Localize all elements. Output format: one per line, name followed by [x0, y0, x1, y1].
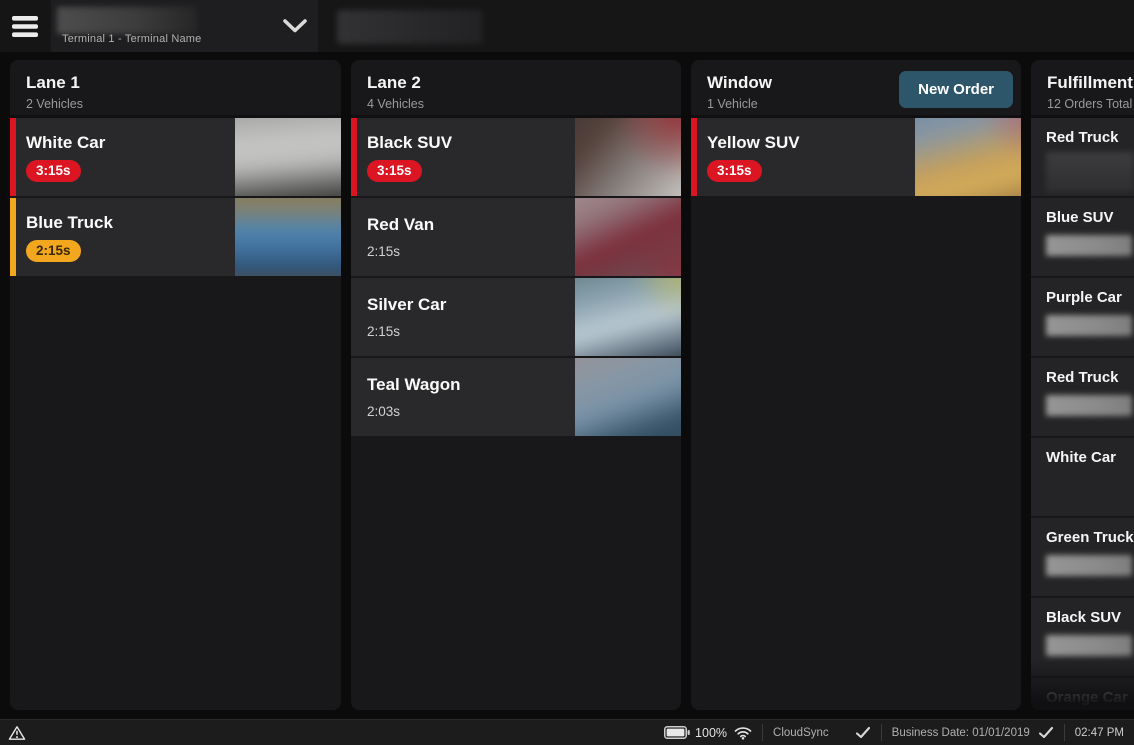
cloudsync-label: CloudSync — [773, 727, 829, 739]
terminal-selector[interactable]: Terminal 1 - Terminal Name — [51, 0, 318, 52]
wait-accent-bar — [10, 198, 16, 276]
order-item[interactable]: Black SUV — [1031, 598, 1134, 676]
window-panel: Window 1 Vehicle New Order Yellow SUV 3:1… — [691, 60, 1021, 710]
check-icon — [855, 726, 871, 739]
vehicle-photo — [575, 118, 681, 196]
top-bar: Terminal 1 - Terminal Name — [0, 0, 1134, 52]
vehicle-photo — [235, 118, 341, 196]
lane-1-panel: Lane 1 2 Vehicles White Car 3:15s Blue Tru… — [10, 60, 341, 710]
order-item[interactable]: Orange Car — [1031, 678, 1134, 710]
redacted-store-name — [57, 7, 197, 34]
cloudsync-status: CloudSync — [763, 720, 881, 745]
current-time: 02:47 PM — [1075, 727, 1124, 739]
vehicle-name: Silver Car — [367, 295, 681, 315]
wait-accent-bar — [351, 118, 357, 196]
vehicle-card[interactable]: Black SUV 3:15s — [351, 118, 681, 196]
redacted-order-detail — [1046, 635, 1132, 656]
redacted-order-detail — [1046, 315, 1132, 336]
vehicle-card[interactable]: Silver Car 2:15s — [351, 278, 681, 356]
menu-button[interactable] — [0, 0, 49, 52]
order-item[interactable]: Blue SUV — [1031, 198, 1134, 276]
vehicle-photo — [575, 358, 681, 436]
vehicle-photo — [915, 118, 1021, 196]
vehicle-name: Yellow SUV — [707, 133, 1021, 153]
redacted-order-detail — [1046, 235, 1132, 256]
top-bar-right — [320, 0, 1134, 52]
order-vehicle-name: Red Truck — [1046, 369, 1134, 386]
battery-status: 100% — [654, 720, 762, 745]
wait-accent-bar — [10, 118, 16, 196]
vehicle-photo — [575, 198, 681, 276]
business-date-status: Business Date: 01/01/2019 — [882, 720, 1064, 745]
alerts-button[interactable] — [8, 725, 26, 741]
vehicle-card[interactable]: White Car 3:15s — [10, 118, 341, 196]
order-item[interactable]: Red Truck — [1031, 358, 1134, 436]
wait-time: 2:15s — [367, 244, 681, 259]
panel-title: Fulfillment — [1047, 73, 1134, 93]
order-item[interactable]: Purple Car — [1031, 278, 1134, 356]
vehicle-count: 4 Vehicles — [367, 97, 665, 111]
redacted-order-detail — [1046, 152, 1134, 192]
wait-accent-bar — [691, 118, 697, 196]
redacted-order-detail — [1046, 395, 1132, 416]
wait-time-badge: 3:15s — [707, 160, 762, 182]
vehicle-name: Red Van — [367, 215, 681, 235]
business-date-label: Business Date: 01/01/2019 — [892, 727, 1030, 739]
wifi-icon — [734, 726, 752, 740]
order-vehicle-name: Purple Car — [1046, 289, 1134, 306]
fulfillment-panel: Fulfillment 12 Orders Total Red Truck Blu… — [1031, 60, 1134, 710]
new-order-button[interactable]: New Order — [899, 71, 1013, 108]
warning-icon — [8, 725, 26, 741]
fulfillment-header: Fulfillment 12 Orders Total — [1031, 60, 1134, 118]
panel-title: Lane 2 — [367, 73, 665, 93]
order-vehicle-name: Green Truck — [1046, 529, 1134, 546]
wait-time: 2:03s — [367, 404, 681, 419]
vehicle-name: White Car — [26, 133, 341, 153]
panel-title: Lane 1 — [26, 73, 325, 93]
check-icon — [1038, 726, 1054, 739]
redacted-logo — [337, 10, 483, 44]
lane-2-header: Lane 2 4 Vehicles — [351, 60, 681, 118]
wait-time-badge: 3:15s — [367, 160, 422, 182]
order-item[interactable]: Red Truck — [1031, 118, 1134, 196]
order-item[interactable]: White Car — [1031, 438, 1134, 516]
order-vehicle-name: Black SUV — [1046, 609, 1134, 626]
clock: 02:47 PM — [1065, 720, 1134, 745]
hamburger-icon — [12, 16, 38, 37]
window-header: Window 1 Vehicle New Order — [691, 60, 1021, 118]
order-vehicle-name: Blue SUV — [1046, 209, 1134, 226]
wait-time: 2:15s — [367, 324, 681, 339]
battery-icon — [664, 726, 690, 739]
vehicle-photo — [575, 278, 681, 356]
redacted-order-detail — [1046, 555, 1132, 576]
order-item[interactable]: Green Truck — [1031, 518, 1134, 596]
wait-time-badge: 2:15s — [26, 240, 81, 262]
vehicle-name: Teal Wagon — [367, 375, 681, 395]
order-vehicle-name: Red Truck — [1046, 129, 1134, 146]
lane-2-panel: Lane 2 4 Vehicles Black SUV 3:15s Red Van 2… — [351, 60, 681, 710]
vehicle-name: Black SUV — [367, 133, 681, 153]
vehicle-name: Blue Truck — [26, 213, 341, 233]
terminal-label: Terminal 1 - Terminal Name — [62, 33, 201, 45]
order-vehicle-name: Orange Car — [1046, 689, 1134, 706]
order-vehicle-name: White Car — [1046, 449, 1134, 466]
lane-1-header: Lane 1 2 Vehicles — [10, 60, 341, 118]
order-count: 12 Orders Total — [1047, 97, 1134, 111]
vehicle-count: 2 Vehicles — [26, 97, 325, 111]
vehicle-card[interactable]: Blue Truck 2:15s — [10, 198, 341, 276]
chevron-down-icon — [282, 18, 308, 34]
vehicle-card[interactable]: Red Van 2:15s — [351, 198, 681, 276]
vehicle-photo — [235, 198, 341, 276]
wait-time-badge: 3:15s — [26, 160, 81, 182]
vehicle-card[interactable]: Yellow SUV 3:15s — [691, 118, 1021, 196]
status-bar: 100% CloudSync Business Date: 01/01/2019 — [0, 719, 1134, 745]
battery-percent: 100% — [695, 726, 727, 740]
vehicle-card[interactable]: Teal Wagon 2:03s — [351, 358, 681, 436]
